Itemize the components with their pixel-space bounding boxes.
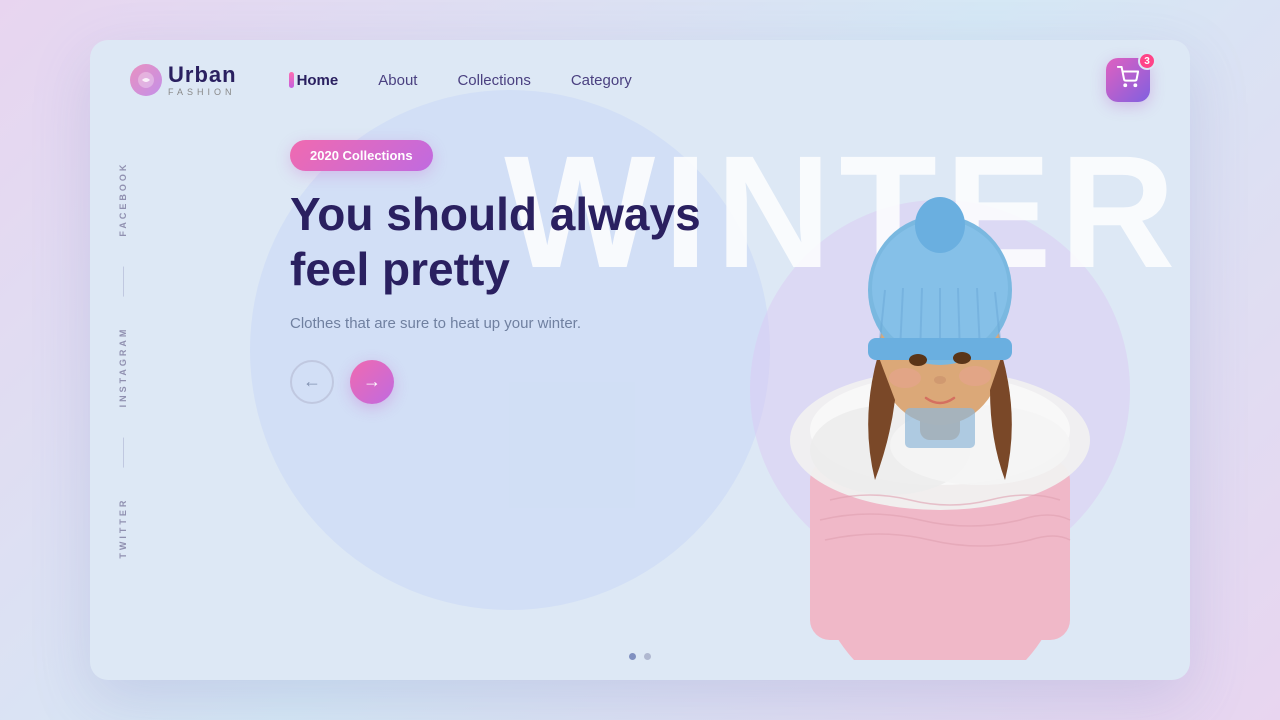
model-svg	[750, 140, 1130, 660]
model-image	[730, 100, 1150, 660]
social-divider-1	[123, 267, 124, 297]
browser-window: WINTER Urban FASHION Home About Collecti…	[90, 40, 1190, 680]
cart-button[interactable]: 3	[1106, 58, 1150, 102]
social-twitter[interactable]: TWITTER	[118, 497, 128, 558]
social-sidebar: FACEBOOK INSTAGRAM TWITTER	[118, 162, 128, 559]
nav-collections[interactable]: Collections	[457, 68, 530, 93]
nav-home[interactable]: Home	[297, 68, 339, 93]
hero-title: You should always feel pretty	[290, 187, 710, 297]
social-facebook[interactable]: FACEBOOK	[118, 162, 128, 237]
social-divider-2	[123, 437, 124, 467]
nav-about[interactable]: About	[378, 68, 417, 93]
next-icon: →	[363, 371, 381, 392]
hero-subtitle: Clothes that are sure to heat up your wi…	[290, 313, 650, 336]
hero-title-line2: feel pretty	[290, 243, 510, 295]
logo[interactable]: Urban FASHION	[130, 64, 237, 97]
hero-title-line1: You should always	[290, 188, 701, 240]
logo-text: Urban FASHION	[168, 64, 237, 97]
nav-category[interactable]: Category	[571, 68, 632, 93]
navbar: Urban FASHION Home About Collections Cat…	[90, 40, 1190, 120]
dot-1[interactable]	[629, 653, 636, 660]
logo-sub: FASHION	[168, 88, 237, 97]
prev-icon: ←	[303, 371, 321, 392]
nav-links: Home About Collections Category	[297, 68, 1106, 93]
cart-badge: 3	[1138, 52, 1156, 70]
logo-brand: Urban	[168, 64, 237, 86]
logo-icon	[130, 64, 162, 96]
social-instagram[interactable]: INSTAGRAM	[118, 327, 128, 408]
cart-icon	[1117, 66, 1139, 94]
collections-badge[interactable]: 2020 Collections	[290, 140, 433, 171]
next-button[interactable]: →	[350, 360, 394, 404]
slide-dots	[629, 653, 651, 660]
dot-2[interactable]	[644, 653, 651, 660]
prev-button[interactable]: ←	[290, 360, 334, 404]
